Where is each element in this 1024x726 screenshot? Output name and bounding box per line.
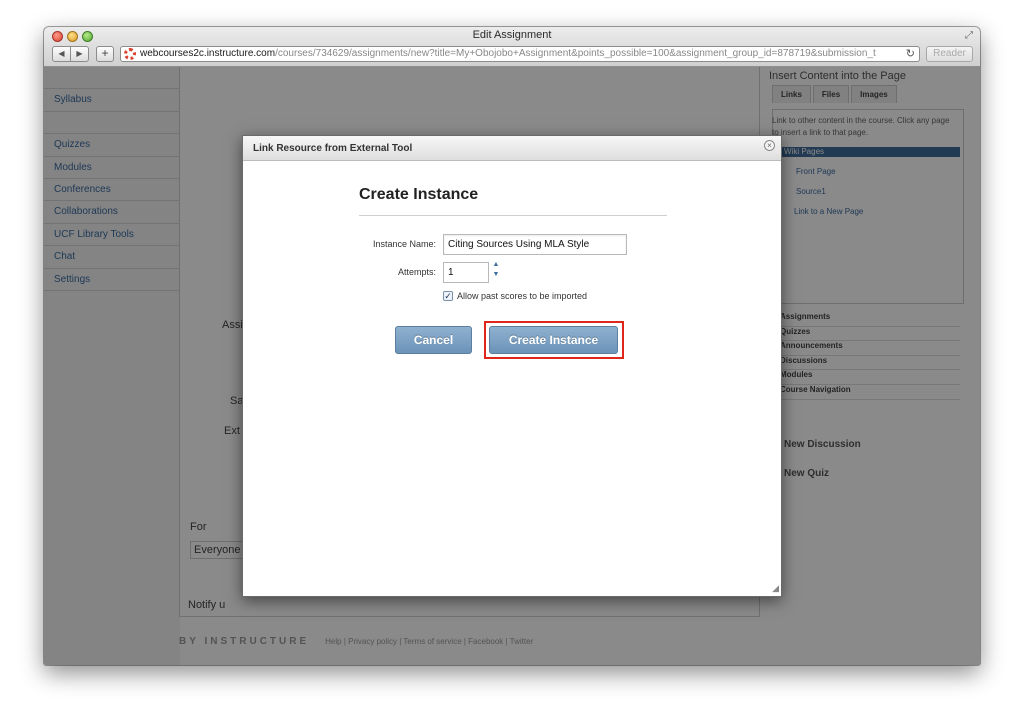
heading-divider: [359, 215, 667, 216]
cancel-button[interactable]: Cancel: [395, 326, 472, 354]
page-content: Syllabus Quizzes Modules Conferences Col…: [44, 67, 980, 665]
attempts-label: Attempts:: [397, 267, 436, 277]
stepper-up-icon[interactable]: ▲: [492, 260, 500, 270]
dialog-title: Link Resource from External Tool: [253, 143, 413, 154]
attempts-stepper[interactable]: ▲ ▼: [492, 260, 500, 280]
create-instance-heading: Create Instance: [359, 186, 479, 203]
browser-window: Edit Assignment ⤢ ◀ ▶ + webcourses2c.ins…: [44, 27, 980, 665]
instance-name-input[interactable]: [443, 234, 627, 255]
reader-button[interactable]: Reader: [926, 46, 973, 62]
forward-button[interactable]: ▶: [71, 47, 88, 61]
history-nav: ◀ ▶: [52, 46, 89, 62]
url-path: /courses/734629/assignments/new?title=My…: [275, 48, 876, 59]
address-bar[interactable]: webcourses2c.instructure.com/courses/734…: [120, 46, 920, 62]
dialog-close-icon[interactable]: ×: [764, 140, 775, 151]
title-bar: Edit Assignment ⤢ ◀ ▶ + webcourses2c.ins…: [44, 27, 980, 67]
window-title: Edit Assignment: [472, 29, 552, 41]
add-bookmark-button[interactable]: +: [96, 46, 114, 62]
stepper-down-icon[interactable]: ▼: [492, 270, 500, 280]
link-resource-dialog: Link Resource from External Tool × Creat…: [242, 135, 782, 597]
fullscreen-icon[interactable]: ⤢: [965, 30, 973, 41]
dialog-header: Link Resource from External Tool ×: [243, 136, 781, 161]
resize-grip-icon[interactable]: ◢: [772, 583, 779, 594]
allow-past-scores-label[interactable]: Allow past scores to be imported: [457, 291, 587, 301]
back-button[interactable]: ◀: [53, 47, 71, 61]
site-favicon-icon: [124, 48, 136, 60]
url-domain: webcourses2c.instructure.com: [140, 48, 276, 59]
url-text[interactable]: webcourses2c.instructure.com/courses/734…: [140, 48, 876, 59]
attempts-input[interactable]: [443, 262, 489, 283]
reload-icon[interactable]: ↻: [903, 47, 915, 60]
create-instance-button[interactable]: Create Instance: [489, 326, 618, 354]
allow-past-scores-checkbox[interactable]: ✓: [443, 291, 453, 301]
instance-name-label: Instance Name:: [372, 239, 436, 249]
